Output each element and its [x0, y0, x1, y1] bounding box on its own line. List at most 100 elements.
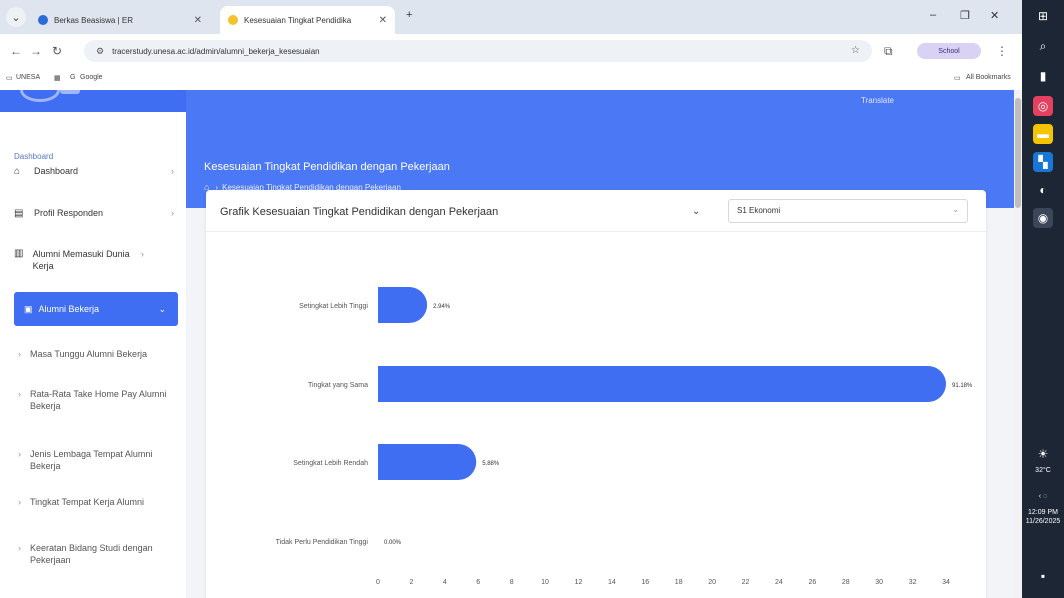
taskbar: ⊞ ⌕ ▮ ◎ ▬ ▚ ◐ ◉ ☀ 32°C ‹ ◌ 12:09 PM 11/2…	[1022, 0, 1064, 598]
profile-button[interactable]: School	[917, 43, 981, 59]
sidebar-item-dashboard[interactable]: ⌂ Dashboard ›	[14, 166, 174, 177]
tab-search-icon[interactable]: ⌄	[6, 7, 26, 27]
file-icon[interactable]: ▮	[1033, 66, 1053, 86]
search-icon[interactable]: ⌕	[1033, 36, 1053, 56]
sidebar-subitem-take-home-pay[interactable]: Rata-Rata Take Home Pay Alumni Bekerja	[18, 388, 170, 412]
forward-icon[interactable]: →	[30, 44, 42, 58]
card-title: Grafik Kesesuaian Tingkat Pendidikan den…	[220, 206, 499, 218]
clock-time[interactable]: 12:09 PM	[1022, 508, 1064, 517]
reload-icon[interactable]: ↻	[52, 44, 62, 58]
category-label: Setingkat Lebih Rendah	[293, 460, 368, 467]
bookmark-google[interactable]: Google	[80, 74, 103, 81]
tab-title: Berkas Beasiswa | ER	[54, 15, 133, 25]
logo-text	[60, 90, 80, 94]
x-tick-label: 16	[641, 579, 649, 586]
x-tick-label: 8	[510, 579, 514, 586]
chevron-right-icon: ›	[171, 208, 174, 218]
x-tick-label: 20	[708, 579, 716, 586]
data-label: 5.88%	[482, 461, 500, 467]
scrollbar-thumb[interactable]	[1015, 98, 1021, 208]
tab-inactive[interactable]: Berkas Beasiswa | ER ✕	[30, 6, 210, 34]
tray-chevron-icon[interactable]: ‹ ◌	[1022, 492, 1064, 501]
site-info-icon[interactable]: ⚙	[96, 46, 104, 57]
category-label: Tidak Perlu Pendidikan Tinggi	[276, 539, 369, 546]
user-id-icon: ▤	[14, 208, 24, 219]
sidebar-item-alumni-bekerja[interactable]: ▣ Alumni Bekerja ⌄	[14, 292, 178, 326]
chevron-down-icon: ⌄	[952, 205, 959, 214]
sidebar-item-alumni-memasuki[interactable]: ▥ Alumni Memasuki Dunia Kerja ›	[14, 248, 144, 272]
x-tick-label: 4	[443, 579, 447, 586]
sidebar-item-label: Alumni Bekerja	[38, 304, 100, 314]
folder-icon[interactable]: ▬	[1033, 124, 1053, 144]
sidebar: Dashboard ⌂ Dashboard › ▤ Profil Respond…	[0, 90, 186, 598]
bar	[378, 366, 946, 402]
site-favicon-icon	[228, 15, 238, 25]
address-bar[interactable]: ⚙ tracerstudy.unesa.ac.id/admin/alumni_b…	[84, 40, 872, 62]
chevron-right-icon: ›	[171, 166, 174, 176]
page-scrollbar[interactable]	[1014, 90, 1022, 598]
menu-icon[interactable]: ⋮	[996, 44, 1008, 58]
chrome-icon[interactable]: ◉	[1033, 208, 1053, 228]
back-icon[interactable]: ←	[10, 44, 22, 58]
x-tick-label: 22	[742, 579, 750, 586]
tab-active[interactable]: Kesesuaian Tingkat Pendidika ✕	[220, 6, 395, 34]
restore-icon[interactable]: ❐	[960, 9, 970, 22]
category-label: Tingkat yang Sama	[308, 382, 368, 389]
page-title: Kesesuaian Tingkat Pendidikan dengan Pek…	[204, 161, 450, 173]
start-icon[interactable]: ⊞	[1033, 6, 1053, 26]
bookmark-unesa[interactable]: UNESA	[16, 74, 40, 81]
extensions-icon[interactable]: ⧉	[884, 44, 893, 59]
instagram-icon[interactable]: ◎	[1033, 96, 1053, 116]
minimize-icon[interactable]: –	[930, 9, 936, 21]
profile-label: School	[938, 47, 960, 55]
bookmark-folder-icon: ▭	[954, 75, 961, 82]
chevron-down-icon: ⌄	[158, 303, 166, 314]
x-tick-label: 0	[376, 579, 380, 586]
sidebar-item-label: Dashboard	[34, 166, 79, 176]
apps-grid-icon[interactable]: ▦	[54, 74, 61, 82]
all-bookmarks[interactable]: All Bookmarks	[966, 74, 1011, 81]
sidebar-item-profil-responden[interactable]: ▤ Profil Responden ›	[14, 208, 174, 219]
close-icon[interactable]: ✕	[379, 15, 387, 26]
sidebar-subitem-keeratan[interactable]: Keeratan Bidang Studi dengan Pekerjaan	[18, 542, 170, 566]
sidebar-subitem-tingkat-tempat-kerja[interactable]: Tingkat Tempat Kerja Alumni	[18, 496, 170, 508]
category-label: Setingkat Lebih Tinggi	[299, 303, 368, 310]
sidebar-section-title: Dashboard	[14, 152, 54, 161]
study-program-select[interactable]: S1 Ekonomi ⌄	[728, 199, 968, 223]
tab-strip: ⌄ Berkas Beasiswa | ER ✕ Kesesuaian Ting…	[0, 0, 1022, 34]
card-header: Grafik Kesesuaian Tingkat Pendidikan den…	[206, 190, 986, 232]
close-window-icon[interactable]: ✕	[990, 9, 999, 22]
x-tick-label: 32	[909, 579, 917, 586]
select-value: S1 Ekonomi	[737, 206, 781, 215]
chevron-down-icon[interactable]: ⌄	[692, 206, 700, 217]
x-tick-label: 18	[675, 579, 683, 586]
home-icon: ⌂	[14, 166, 21, 177]
x-tick-label: 24	[775, 579, 783, 586]
sidebar-subitem-jenis-lembaga[interactable]: Jenis Lembaga Tempat Alumni Bekerja	[18, 448, 170, 472]
browser-toolbar: ← → ↻ ⚙ tracerstudy.unesa.ac.id/admin/al…	[0, 34, 1022, 68]
browser-window: ⌄ Berkas Beasiswa | ER ✕ Kesesuaian Ting…	[0, 0, 1022, 598]
close-icon[interactable]: ✕	[194, 15, 202, 26]
translate-link[interactable]: Translate	[861, 96, 894, 105]
x-tick-label: 14	[608, 579, 616, 586]
store-icon[interactable]: ▚	[1033, 152, 1053, 172]
bookmark-star-icon[interactable]: ☆	[851, 45, 860, 56]
x-tick-label: 12	[575, 579, 583, 586]
notification-icon[interactable]: ▪	[1033, 566, 1053, 586]
sidebar-item-label: Profil Responden	[34, 208, 104, 218]
x-tick-label: 6	[476, 579, 480, 586]
bar	[378, 444, 477, 480]
sidebar-subitem-masa-tunggu[interactable]: Masa Tunggu Alumni Bekerja	[18, 348, 170, 360]
x-tick-label: 2	[409, 579, 413, 586]
bookmarks-bar: ▭ UNESA ▦ G Google ▭ All Bookmarks	[0, 68, 1022, 90]
data-label: 0.00%	[384, 540, 402, 546]
briefcase-icon: ▣	[24, 303, 33, 314]
edge-icon[interactable]: ◐	[1033, 180, 1053, 200]
building-icon: ▥	[14, 248, 24, 259]
logo-strip	[0, 90, 186, 112]
chevron-right-icon: ›	[141, 249, 144, 259]
clock-date[interactable]: 11/26/2025	[1022, 517, 1064, 526]
data-label: 2.94%	[433, 304, 451, 310]
x-tick-label: 26	[808, 579, 816, 586]
new-tab-icon[interactable]: +	[406, 9, 412, 21]
